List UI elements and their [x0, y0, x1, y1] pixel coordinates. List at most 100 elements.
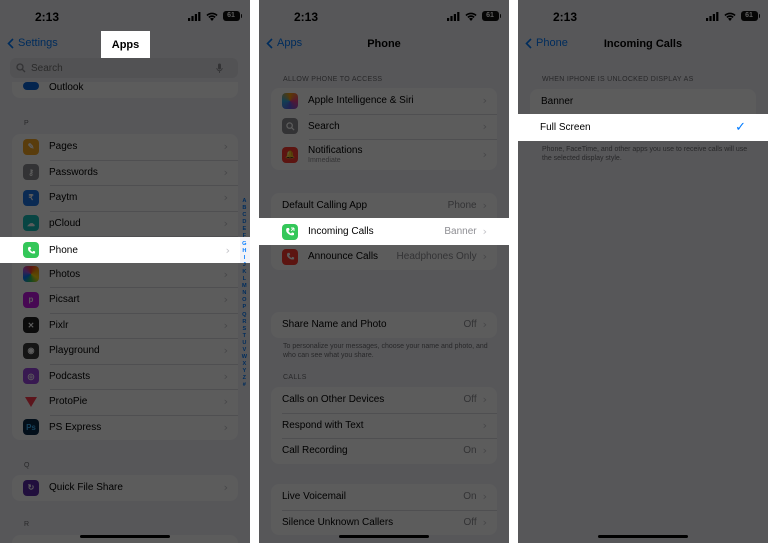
passwords-app-icon: ⚷ — [23, 164, 39, 181]
index-letter[interactable]: A — [242, 198, 246, 205]
index-letter[interactable]: O — [242, 297, 246, 304]
chevron-right-icon: › — [482, 119, 487, 133]
list-item-passwords[interactable]: ⚷ Passwords › — [12, 159, 238, 186]
index-letter[interactable]: V — [242, 347, 246, 354]
group-allow-access: Apple Intelligence & Siri › Search › 🔔 Noti… — [271, 88, 497, 170]
index-letter[interactable]: # — [243, 382, 246, 389]
list-item-pcloud[interactable]: ☁ pCloud › — [12, 210, 238, 237]
index-letter[interactable]: K — [242, 269, 246, 276]
status-time: 2:13 — [294, 10, 319, 24]
quick-file-share-app-icon: ↻ — [23, 479, 39, 496]
group-voicemail: Live Voicemail On › Silence Unknown Caller… — [271, 484, 497, 535]
pages-app-icon: ✎ — [23, 138, 39, 155]
wifi-icon — [205, 12, 218, 21]
index-letter[interactable]: C — [242, 212, 246, 219]
microphone-icon[interactable] — [216, 63, 223, 74]
pixlr-app-icon: ✕ — [23, 317, 39, 334]
index-letter[interactable]: U — [242, 340, 246, 347]
phone-icon — [23, 242, 39, 258]
index-letter[interactable]: M — [242, 283, 247, 290]
battery-icon: 61 — [740, 11, 760, 21]
group-o-apps: Outlook — [12, 82, 238, 98]
index-letter[interactable]: Q — [242, 312, 246, 319]
chevron-right-icon: › — [223, 267, 228, 281]
share-name-footnote: To personalize your messages, choose you… — [283, 343, 488, 359]
list-item-phone[interactable]: Phone › — [0, 237, 240, 263]
index-letter[interactable]: G — [242, 241, 246, 248]
index-letter[interactable]: B — [242, 205, 246, 212]
list-item-search[interactable]: Search › — [271, 113, 497, 140]
index-letter[interactable]: R — [242, 319, 246, 326]
chevron-right-icon: › — [223, 344, 228, 358]
chevron-right-icon: › — [482, 318, 487, 332]
list-item-podcasts[interactable]: ◎ Podcasts › — [12, 363, 238, 390]
chevron-right-icon: › — [482, 94, 487, 108]
option-full-screen[interactable]: Full Screen ✓ — [518, 114, 768, 141]
index-letter[interactable]: I — [244, 255, 246, 262]
group-q-apps: ↻ Quick File Share › — [12, 475, 238, 501]
wifi-icon — [723, 12, 736, 21]
index-letter[interactable]: D — [242, 219, 246, 226]
index-letter[interactable]: T — [243, 333, 246, 340]
search-icon — [16, 63, 26, 73]
list-item-live-voicemail[interactable]: Live Voicemail On › — [271, 484, 497, 510]
index-letter[interactable]: W — [242, 354, 247, 361]
index-letter[interactable]: N — [242, 290, 246, 297]
battery-icon: 61 — [481, 11, 501, 21]
chevron-right-icon: › — [223, 395, 228, 409]
list-item-paytm[interactable]: ₹ Paytm › — [12, 185, 238, 211]
search-input[interactable] — [31, 62, 211, 74]
chevron-right-icon: › — [482, 515, 487, 529]
page-title-phone: Phone — [367, 38, 401, 50]
index-letter[interactable]: F — [243, 233, 246, 240]
list-item-default-calling-app[interactable]: Default Calling App Phone › — [271, 193, 497, 219]
list-item-apple-intelligence[interactable]: Apple Intelligence & Siri › — [271, 88, 497, 114]
pcloud-app-icon: ☁ — [23, 215, 39, 232]
search-field[interactable] — [10, 58, 238, 78]
index-letter[interactable]: Z — [243, 375, 246, 382]
list-item-notifications[interactable]: 🔔 Notifications Immediate › — [271, 139, 497, 170]
index-letter[interactable]: E — [242, 226, 246, 233]
index-letter[interactable]: L — [243, 276, 246, 283]
section-label-r: R — [24, 521, 30, 528]
list-item[interactable]: Outlook — [12, 82, 238, 98]
index-letter[interactable]: P — [242, 304, 246, 311]
list-item-ps-express[interactable]: Ps PS Express › — [12, 414, 238, 441]
chevron-right-icon: › — [223, 216, 228, 230]
list-item-silence-unknown[interactable]: Silence Unknown Callers Off › — [271, 509, 497, 536]
list-item-picsart[interactable]: p Picsart › — [12, 287, 238, 313]
section-label-display-as: WHEN IPHONE IS UNLOCKED DISPLAY AS — [542, 76, 694, 83]
list-item-announce-calls[interactable]: Announce Calls Headphones Only › — [271, 244, 497, 270]
index-letter[interactable]: X — [242, 361, 246, 368]
list-item-share-name-photo[interactable]: Share Name and Photo Off › — [271, 312, 497, 338]
chevron-right-icon: › — [223, 318, 228, 332]
alphabet-index[interactable]: A B C D E F G H I J K L M N O P Q R S T U V W X Y Z # — [242, 198, 247, 390]
option-banner[interactable]: Banner — [530, 89, 756, 115]
list-item-protopie[interactable]: ProtoPie › — [12, 389, 238, 415]
list-item-calls-other-devices[interactable]: Calls on Other Devices Off › — [271, 387, 497, 413]
group-calls: Calls on Other Devices Off › Respond with … — [271, 387, 497, 464]
index-letter[interactable]: Y — [242, 368, 246, 375]
list-item-pixlr[interactable]: ✕ Pixlr › — [12, 312, 238, 339]
index-letter[interactable]: S — [242, 326, 246, 333]
list-item-call-recording[interactable]: Call Recording On › — [271, 438, 497, 464]
list-item-photos[interactable]: Photos › — [12, 261, 238, 288]
picsart-app-icon: p — [23, 291, 39, 308]
signal-icon — [705, 11, 718, 21]
list-item-playground[interactable]: ◉ Playground › — [12, 338, 238, 364]
battery-icon: 61 — [222, 11, 242, 21]
back-button-settings[interactable]: Settings — [7, 37, 58, 49]
chevron-right-icon: › — [482, 444, 487, 458]
list-item-quick-file-share[interactable]: ↻ Quick File Share › — [12, 475, 238, 501]
list-item-respond-with-text[interactable]: Respond with Text › — [271, 412, 497, 439]
chevron-right-icon: › — [482, 490, 487, 504]
search-icon — [282, 118, 298, 135]
index-letter[interactable]: J — [243, 262, 246, 269]
index-letter[interactable]: H — [242, 248, 246, 255]
list-item-incoming-calls[interactable]: Incoming Calls Banner › — [259, 218, 509, 245]
paytm-app-icon: ₹ — [23, 189, 39, 206]
page-title-incoming-calls: Incoming Calls — [603, 38, 683, 50]
chevron-left-icon — [7, 37, 14, 49]
incoming-calls-icon — [282, 223, 298, 240]
list-item-pages[interactable]: ✎ Pages › — [12, 134, 238, 160]
